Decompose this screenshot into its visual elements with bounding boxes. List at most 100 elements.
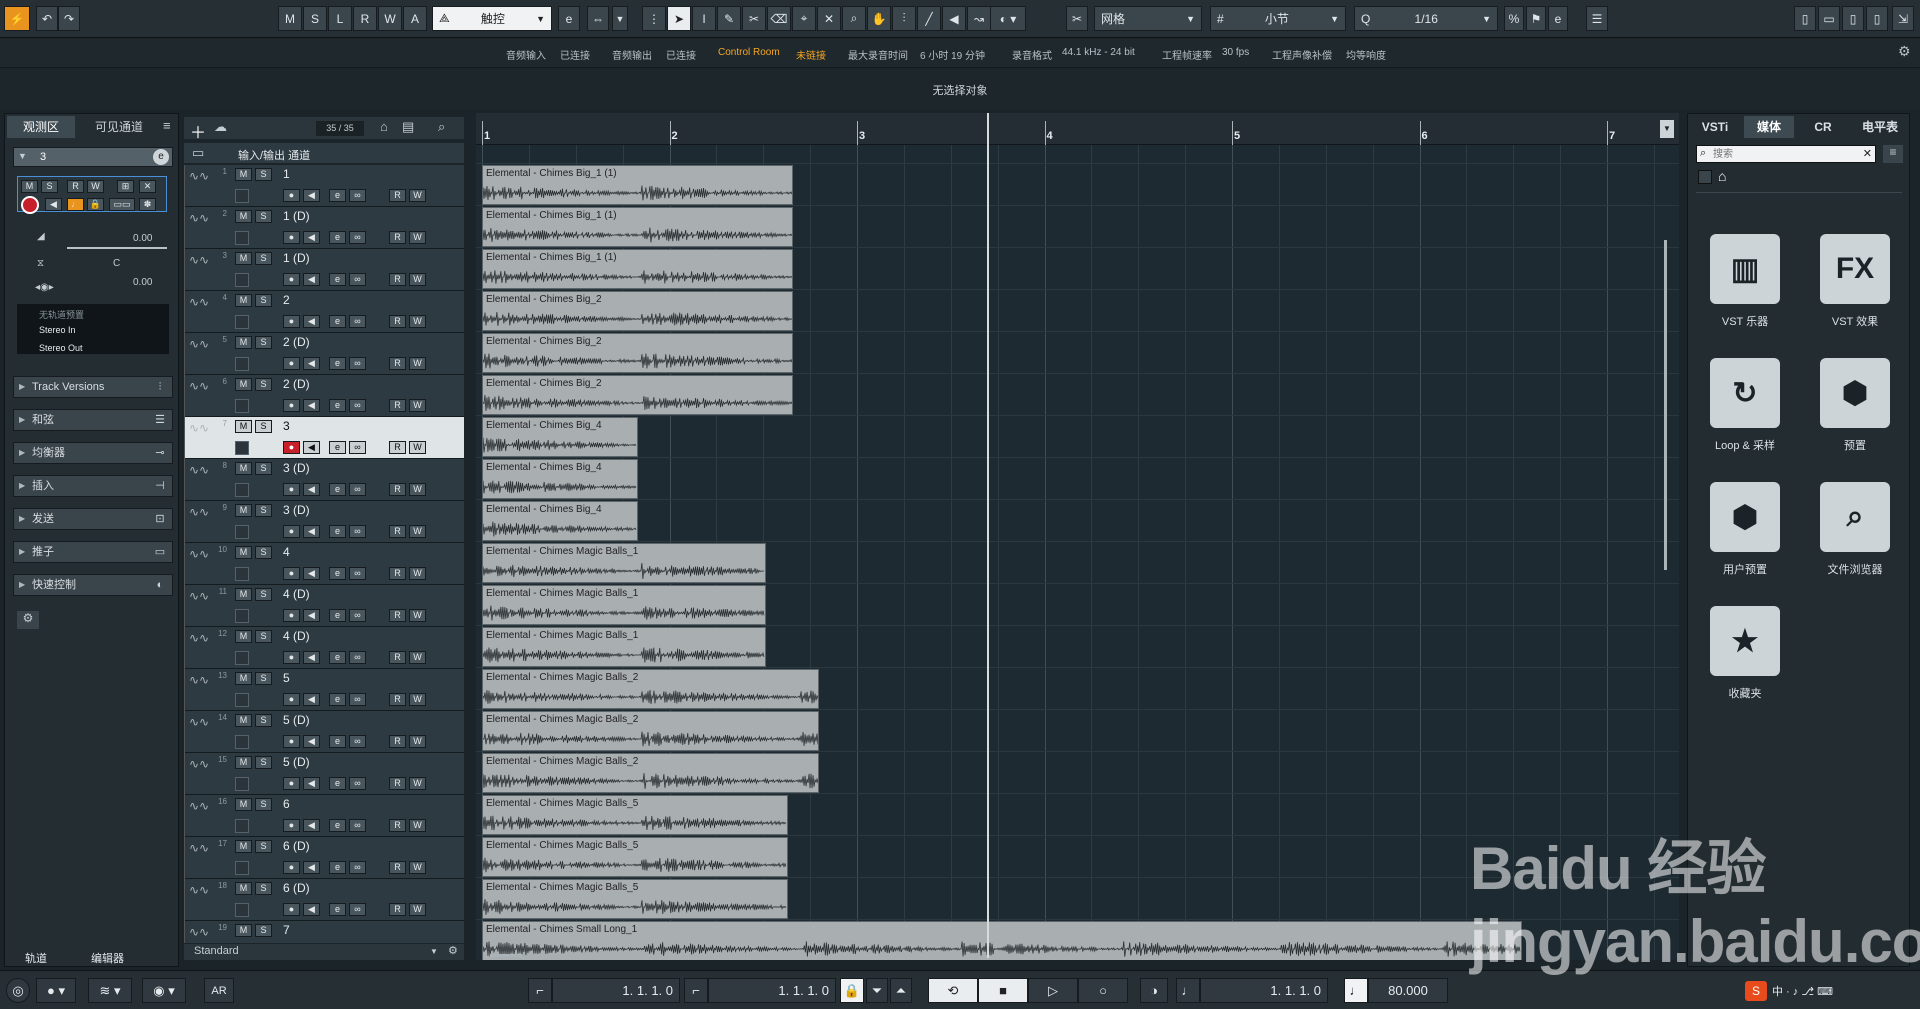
section-quick-controls[interactable]: 快速控制 ◐ <box>13 574 173 596</box>
lanes-button[interactable]: ⊞ <box>117 180 134 193</box>
track-row[interactable]: ∿∿ 2 M S 1 (D) ● ◀ e ∞ R W <box>185 207 464 249</box>
monitor-button[interactable]: ◀ <box>303 777 320 790</box>
track-color-checkbox[interactable] <box>235 273 249 287</box>
filter-checkbox[interactable] <box>1698 170 1712 184</box>
snap-type-select[interactable]: 网格 ▼ <box>1094 6 1202 31</box>
track-row[interactable]: ∿∿ 14 M S 5 (D) ● ◀ e ∞ R W <box>185 711 464 753</box>
edit-channel-button[interactable]: e <box>329 651 346 664</box>
media-tile-label[interactable]: 收藏夹 <box>1695 685 1795 701</box>
edit-channel-icon[interactable]: e <box>153 149 169 165</box>
horizontal-scrollbar[interactable] <box>490 954 522 957</box>
track-row[interactable]: ∿∿ 11 M S 4 (D) ● ◀ e ∞ R W <box>185 585 464 627</box>
vst-instruments-icon[interactable]: ▥ <box>1710 234 1780 304</box>
write-button[interactable]: W <box>409 777 426 790</box>
track-name[interactable]: 6 (D) <box>283 881 310 895</box>
object-select-icon[interactable]: ➤ <box>667 6 691 31</box>
link-button[interactable]: ∞ <box>349 861 366 874</box>
search-icon[interactable]: ⌕ <box>438 119 445 135</box>
draw-icon[interactable]: ╱ <box>917 6 941 31</box>
link-button[interactable]: ∞ <box>349 399 366 412</box>
automation-mode-select[interactable]: ⟁ 触控 ▼ <box>432 6 552 31</box>
track-name[interactable]: 4 <box>283 545 290 559</box>
metronome-settings-select[interactable]: ◉ ▾ <box>142 978 186 1003</box>
read-button[interactable]: R <box>389 693 406 706</box>
read-button[interactable]: R <box>389 651 406 664</box>
monitor-button[interactable]: ◀ <box>303 861 320 874</box>
monitor-button[interactable]: ◀ <box>303 357 320 370</box>
autoscroll-menu-button[interactable]: ▼ <box>612 6 628 31</box>
mute-button[interactable]: M <box>235 252 252 265</box>
link-button[interactable]: ∞ <box>349 735 366 748</box>
solo-button[interactable]: S <box>255 210 272 223</box>
section-sends[interactable]: 发送 ⊡ <box>13 508 173 530</box>
monitor-button[interactable]: ◀ <box>303 315 320 328</box>
monitor-button[interactable]: ◀ <box>303 273 320 286</box>
punch-out-button[interactable]: ⏶ <box>890 978 912 1003</box>
edit-channel-button[interactable]: e <box>329 399 346 412</box>
track-name[interactable]: 4 (D) <box>283 587 310 601</box>
solo-button[interactable]: S <box>255 546 272 559</box>
track-versions-icon[interactable]: ⫶ <box>152 379 168 395</box>
channel-config-button[interactable]: ▭▭ <box>109 198 135 211</box>
automation-edit-icon[interactable]: e <box>558 6 580 31</box>
media-tile-label[interactable]: Loop & 采样 <box>1695 437 1795 453</box>
tab-tracks[interactable]: 轨道 <box>25 950 47 966</box>
monitor-settings-button[interactable]: ◎ <box>6 978 30 1003</box>
track-color-checkbox[interactable] <box>235 567 249 581</box>
quantize-edit-button[interactable]: e <box>1548 6 1568 31</box>
solo-button[interactable]: S <box>255 420 272 433</box>
pan-value[interactable]: C <box>113 258 120 269</box>
cycle-button[interactable]: ⟲ <box>928 978 978 1003</box>
link-button[interactable]: ∞ <box>349 525 366 538</box>
solo-button[interactable]: S <box>255 252 272 265</box>
autoscroll-toggle[interactable]: ◑ <box>1140 978 1168 1003</box>
monitor-button[interactable]: ◀ <box>303 819 320 832</box>
undo-button[interactable]: ↶ <box>36 6 58 31</box>
mute-button[interactable]: M <box>235 462 252 475</box>
tab-vsti[interactable]: VSTi <box>1690 116 1740 138</box>
track-color-checkbox[interactable] <box>235 735 249 749</box>
left-zone-toggle[interactable]: ▯ <box>1794 6 1816 31</box>
menu-icon[interactable]: ≡ <box>1883 145 1903 163</box>
gear-icon[interactable]: ⚙ <box>17 611 39 629</box>
loops-samples-icon[interactable]: ↻ <box>1710 358 1780 428</box>
link-button[interactable]: ∞ <box>349 441 366 454</box>
track-color-checkbox[interactable] <box>235 777 249 791</box>
link-button[interactable]: ∞ <box>349 231 366 244</box>
audio-event[interactable]: Elemental - Chimes Magic Balls_2 <box>482 753 819 793</box>
write-button[interactable]: W <box>409 273 426 286</box>
color-menu-button[interactable]: ◐ ▾ <box>990 6 1026 31</box>
combine-tool-icon[interactable]: ⋮ <box>642 6 666 31</box>
write-button[interactable]: W <box>409 735 426 748</box>
monitor-button[interactable]: ◀ <box>45 198 62 211</box>
lower-zone-toggle[interactable]: ▭ <box>1818 6 1840 31</box>
write-button[interactable]: W <box>409 399 426 412</box>
add-track-template-button[interactable]: ☁ <box>214 119 234 135</box>
solo-button[interactable]: S <box>255 630 272 643</box>
right-locator-value[interactable]: 1. 1. 1. 0 <box>708 978 836 1003</box>
activate-project-button[interactable]: ⚡ <box>4 6 30 31</box>
right-zone-toggle[interactable]: ▯ <box>1842 6 1864 31</box>
solo-button[interactable]: S <box>255 882 272 895</box>
audio-event[interactable]: Elemental - Chimes Magic Balls_5 <box>482 879 788 919</box>
record-enable-button[interactable]: ● <box>283 525 300 538</box>
write-button[interactable]: W <box>409 231 426 244</box>
record-enable-button[interactable]: ● <box>283 567 300 580</box>
mute-button[interactable]: M <box>235 924 252 937</box>
solo-button[interactable]: S <box>255 168 272 181</box>
track-color-checkbox[interactable] <box>235 819 249 833</box>
track-preset-select[interactable]: Standard ▼ ⚙ <box>184 944 464 960</box>
link-button[interactable]: ∞ <box>349 651 366 664</box>
solo-button[interactable]: S <box>255 336 272 349</box>
track-name[interactable]: 3 (D) <box>283 503 310 517</box>
monitor-button[interactable]: ◀ <box>303 441 320 454</box>
mute-button[interactable]: M <box>235 756 252 769</box>
fader-icon[interactable]: ▭ <box>152 544 168 560</box>
monitor-button[interactable]: ◀ <box>303 735 320 748</box>
vst-effects-icon[interactable]: FX <box>1820 234 1890 304</box>
left-locator-value[interactable]: 1. 1. 1. 0 <box>552 978 680 1003</box>
search-input[interactable] <box>1713 147 1853 161</box>
mode-button-w[interactable]: W <box>378 6 402 31</box>
home-icon[interactable]: ⌂ <box>1718 168 1726 184</box>
audio-settings-select[interactable]: ≋ ▾ <box>88 978 132 1003</box>
